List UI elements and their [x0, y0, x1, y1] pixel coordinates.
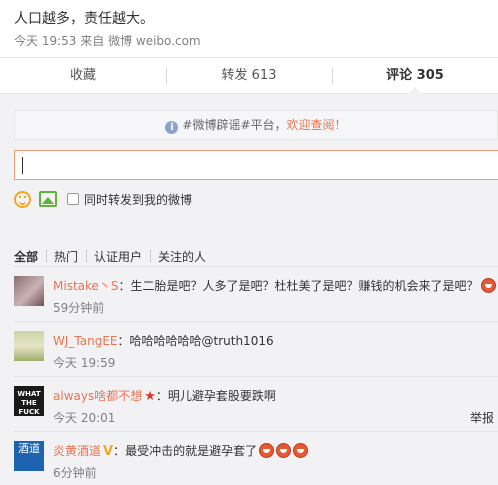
comment-time: 6分钟前 — [53, 466, 97, 480]
post-source-link[interactable]: 微博 weibo.com — [108, 34, 201, 48]
comment-item: 酒道 炎黄酒道 V：最受冲击的就是避孕套了 6分钟前 — [14, 432, 498, 485]
tab-favorite[interactable]: 收藏 — [0, 58, 166, 93]
avatar[interactable]: 酒道 — [14, 441, 44, 471]
filter-all[interactable]: 全部 — [14, 248, 46, 265]
comment-line: always啥都不想 ★：明儿避孕套股要跌啊 — [53, 387, 276, 404]
comment-filters: 全部 热门 认证用户 关注的人 — [14, 248, 214, 265]
comment-username[interactable]: 炎黄酒道 — [53, 444, 101, 458]
comment-item: WJ_TangEE：哈哈哈哈哈哈@truth1016 今天 19:59 — [14, 322, 498, 377]
tab-repost[interactable]: 转发 613 — [166, 58, 332, 93]
info-icon: i — [165, 121, 179, 134]
laugh-emoji-icon — [480, 278, 496, 293]
comment-username[interactable]: WJ_TangEE — [53, 334, 118, 348]
avatar[interactable] — [14, 276, 44, 306]
rumor-notice: i #微博辟谣#平台，欢迎查阅！ — [14, 110, 498, 140]
comment-input[interactable] — [14, 150, 498, 180]
avatar-text: WHAT THE FUCK — [17, 390, 41, 416]
comment-line: 炎黄酒道 V：最受冲击的就是避孕套了 — [53, 442, 309, 459]
comment-time: 59分钟前 — [53, 301, 105, 315]
comment-username[interactable]: always啥都不想 — [53, 389, 142, 403]
comment-list: Mistake丶S：生二胎是吧？人多了是吧？杜杜美了是吧？赚钱的机会来了是吧？ … — [14, 266, 498, 485]
comment-text: ：明儿避孕套股要跌啊 — [155, 389, 276, 403]
report-button[interactable]: 举报 — [470, 409, 494, 426]
post-action-tabs: 收藏 转发 613 评论 305 — [0, 57, 498, 94]
comment-item: Mistake丶S：生二胎是吧？人多了是吧？杜杜美了是吧？赚钱的机会来了是吧？ … — [14, 267, 498, 322]
post-text: 人口越多，责任越大。 — [14, 11, 154, 27]
avatar-text: 酒道 — [18, 442, 40, 455]
comment-text: ：生二胎是吧？人多了是吧？杜杜美了是吧？赚钱的机会来了是吧？ — [118, 279, 479, 293]
comment-line: WJ_TangEE：哈哈哈哈哈哈@truth1016 — [53, 332, 274, 349]
avatar[interactable] — [14, 331, 44, 361]
notice-link[interactable]: 欢迎查阅！ — [287, 118, 347, 132]
filter-verified[interactable]: 认证用户 — [86, 248, 150, 265]
comment-line: Mistake丶S：生二胎是吧？人多了是吧？杜杜美了是吧？赚钱的机会来了是吧？ — [53, 277, 496, 294]
post-meta: 今天 19:53 来自 微博 weibo.com — [14, 32, 201, 49]
comment-time: 今天 19:59 — [53, 356, 116, 370]
notice-text: #微博辟谣#平台， — [182, 118, 287, 132]
laugh-emoji-icon — [293, 443, 309, 458]
post-from-label: 来自 — [80, 34, 105, 48]
verified-v-icon[interactable]: V — [103, 444, 113, 459]
comment-toolbar: 同时转发到我的微博 — [14, 189, 192, 209]
filter-hot[interactable]: 热门 — [46, 248, 86, 265]
filter-following[interactable]: 关注的人 — [150, 248, 214, 265]
also-repost-label[interactable]: 同时转发到我的微博 — [84, 191, 192, 208]
avatar[interactable]: WHAT THE FUCK — [14, 386, 44, 416]
comment-time: 今天 20:01 — [53, 411, 116, 425]
comment-item: WHAT THE FUCK always啥都不想 ★：明儿避孕套股要跌啊 今天 2… — [14, 377, 498, 432]
post-time[interactable]: 今天 19:53 — [14, 34, 76, 48]
comment-panel: i #微博辟谣#平台，欢迎查阅！ 同时转发到我的微博 全部 热门 认证用户 关注的… — [0, 94, 498, 485]
smile-icon[interactable] — [14, 190, 31, 208]
tab-comment[interactable]: 评论 305 — [332, 58, 498, 94]
text-caret — [22, 157, 23, 174]
comment-username[interactable]: Mistake丶S — [53, 279, 119, 293]
laugh-emoji-icon — [259, 443, 275, 458]
image-icon[interactable] — [39, 191, 57, 207]
laugh-emoji-icon — [276, 443, 292, 458]
also-repost-checkbox[interactable] — [67, 193, 79, 205]
comment-text: ：哈哈哈哈哈哈@truth1016 — [117, 334, 274, 348]
comment-text: ：最受冲击的就是避孕套了 — [113, 444, 258, 458]
star-icon[interactable]: ★ — [144, 389, 156, 404]
